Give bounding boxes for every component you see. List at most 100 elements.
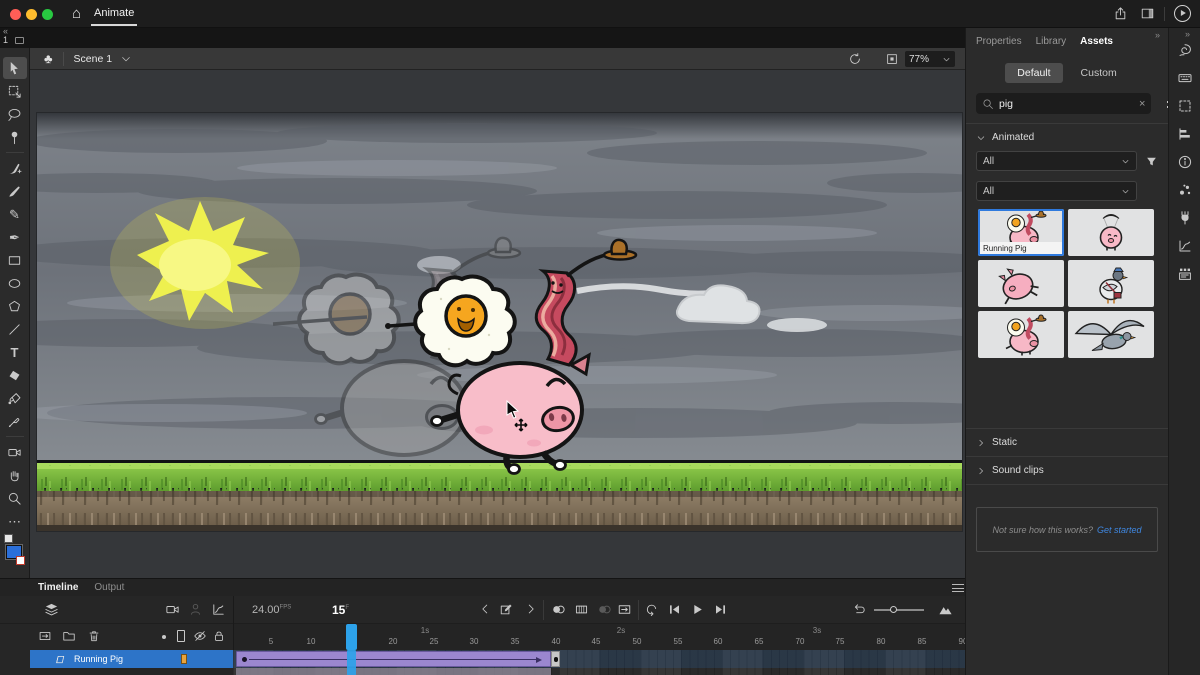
close-window-button[interactable] (10, 9, 21, 20)
tab-assets[interactable]: Assets (1080, 36, 1113, 47)
paint-bucket-tool[interactable] (3, 387, 27, 409)
filter-icon[interactable] (1145, 155, 1158, 168)
fps-display[interactable]: 24.00FPS (252, 604, 291, 616)
workspace-icon[interactable] (1140, 6, 1155, 21)
rectangle-tool[interactable] (3, 249, 27, 271)
align-panel-icon[interactable] (1177, 126, 1193, 142)
transform-panel-icon[interactable] (1177, 98, 1193, 114)
layer-row-2[interactable] (30, 668, 233, 675)
search-field[interactable]: × (976, 93, 1151, 114)
share-icon[interactable] (1113, 6, 1128, 21)
asset-warp-panel-icon[interactable] (1177, 210, 1193, 226)
onion-skin-icon[interactable] (551, 602, 566, 617)
stroke-color-swatch[interactable] (4, 534, 13, 543)
eraser-tool[interactable] (3, 364, 27, 386)
rotate-stage-icon[interactable] (848, 52, 862, 66)
oval-tool[interactable] (3, 272, 27, 294)
asset-thumbnail-flying-pigeon[interactable] (1068, 311, 1154, 358)
tab-library[interactable]: Library (1036, 36, 1067, 47)
info-panel-icon[interactable] (1177, 154, 1193, 170)
filter-dropdown-1[interactable]: All (976, 151, 1137, 171)
timeline-zoom-in-icon[interactable] (938, 602, 953, 617)
delete-layer-icon[interactable] (87, 629, 101, 643)
asset-thumbnail-standing-pigeon[interactable] (1068, 260, 1154, 307)
show-graph-icon[interactable] (211, 602, 226, 617)
tab-properties[interactable]: Properties (976, 36, 1022, 47)
next-keyframe-icon[interactable] (524, 602, 538, 616)
previous-keyframe-icon[interactable] (478, 602, 492, 616)
play-icon[interactable] (690, 602, 705, 617)
selection-tool[interactable] (3, 57, 27, 79)
symbol-clover-icon[interactable]: ♣ (44, 51, 53, 66)
loop-playback-icon[interactable] (644, 602, 659, 617)
playhead-head[interactable] (346, 624, 357, 650)
timeline-zoom-slider[interactable] (874, 609, 924, 611)
get-started-link[interactable]: Get started (1097, 525, 1142, 535)
eyedropper-tool[interactable] (3, 410, 27, 432)
new-layer-icon[interactable] (38, 629, 52, 643)
highlight-layers-dot[interactable] (162, 635, 166, 639)
onion-skin-outline-icon[interactable] (574, 602, 589, 617)
edit-multiple-frames-icon[interactable] (597, 602, 612, 617)
timeline-zoom-knob[interactable] (890, 606, 897, 613)
color-swatches[interactable] (3, 534, 27, 568)
clip-content-icon[interactable] (885, 52, 899, 66)
tab-custom[interactable]: Custom (1069, 63, 1129, 83)
more-tools-button[interactable]: ⋯ (3, 510, 27, 532)
app-tab-animate[interactable]: Animate (94, 7, 134, 19)
lasso-tool[interactable] (3, 103, 27, 125)
hand-tool[interactable] (3, 464, 27, 486)
filter-dropdown-2[interactable]: All (976, 181, 1137, 201)
pen-tool[interactable]: ✒ (3, 226, 27, 248)
playhead[interactable] (347, 650, 356, 675)
asset-thumbnail-running-pig[interactable]: Running Pig (978, 209, 1064, 256)
section-static[interactable]: Static (966, 429, 1168, 456)
outline-layers-icon[interactable] (177, 630, 185, 642)
insert-keyframe-icon[interactable] (499, 602, 514, 617)
motion-editor-icon[interactable] (1177, 238, 1193, 254)
add-camera-icon[interactable] (165, 602, 180, 617)
home-icon[interactable]: ⌂ (72, 5, 81, 22)
step-forward-icon[interactable] (713, 602, 728, 617)
tab-output[interactable]: Output (94, 582, 124, 593)
classic-brush-tool[interactable] (3, 180, 27, 202)
minimize-window-button[interactable] (26, 9, 37, 20)
collapse-panel-icon[interactable]: » (1155, 30, 1160, 40)
zoom-level-select[interactable]: 77% (905, 51, 955, 67)
components-panel-icon[interactable] (1177, 266, 1193, 282)
line-tool[interactable] (3, 318, 27, 340)
layer-outline-color-swatch[interactable] (181, 654, 187, 664)
lock-layers-icon[interactable] (212, 629, 226, 643)
pasteboard[interactable] (30, 70, 965, 578)
swap-colors-icon[interactable] (16, 556, 25, 565)
asset-warp-tool[interactable] (3, 126, 27, 148)
brush-library-icon[interactable] (1177, 42, 1193, 58)
timeline-menu-icon[interactable] (952, 584, 964, 592)
asset-thumbnail-running-pig-2[interactable] (978, 311, 1064, 358)
swatches-panel-icon[interactable] (1177, 182, 1193, 198)
asset-thumbnail-jumping-pig[interactable] (978, 260, 1064, 307)
layer-row-running-pig[interactable]: Running Pig (30, 650, 233, 668)
polystar-tool[interactable] (3, 295, 27, 317)
fluid-brush-tool[interactable] (3, 157, 27, 179)
tab-timeline[interactable]: Timeline (38, 582, 78, 593)
tab-default[interactable]: Default (1005, 63, 1062, 83)
hide-layers-icon[interactable] (193, 629, 207, 643)
zoom-window-button[interactable] (42, 9, 53, 20)
timeline-ruler[interactable]: 1s 2s 3s 5 10 15 20 25 30 35 40 45 50 55… (233, 624, 965, 650)
layer-track-2[interactable] (233, 668, 965, 675)
test-movie-button[interactable] (1174, 5, 1191, 22)
extend-frames-icon[interactable] (617, 602, 632, 617)
section-sound-clips[interactable]: Sound clips (966, 457, 1168, 484)
layer-track-running-pig[interactable] (233, 650, 965, 668)
text-tool[interactable]: T (3, 341, 27, 363)
expand-dock-icon[interactable]: » (1185, 29, 1190, 39)
asset-thumbnail-parachute-pig[interactable] (1068, 209, 1154, 256)
new-folder-icon[interactable] (62, 629, 76, 643)
reset-timeline-zoom-icon[interactable] (852, 602, 867, 617)
layer-parenting-icon[interactable] (188, 602, 203, 617)
free-transform-tool[interactable] (3, 80, 27, 102)
search-input[interactable] (999, 98, 1134, 110)
step-back-icon[interactable] (667, 602, 682, 617)
scene-chevron-down-icon[interactable] (120, 53, 132, 65)
